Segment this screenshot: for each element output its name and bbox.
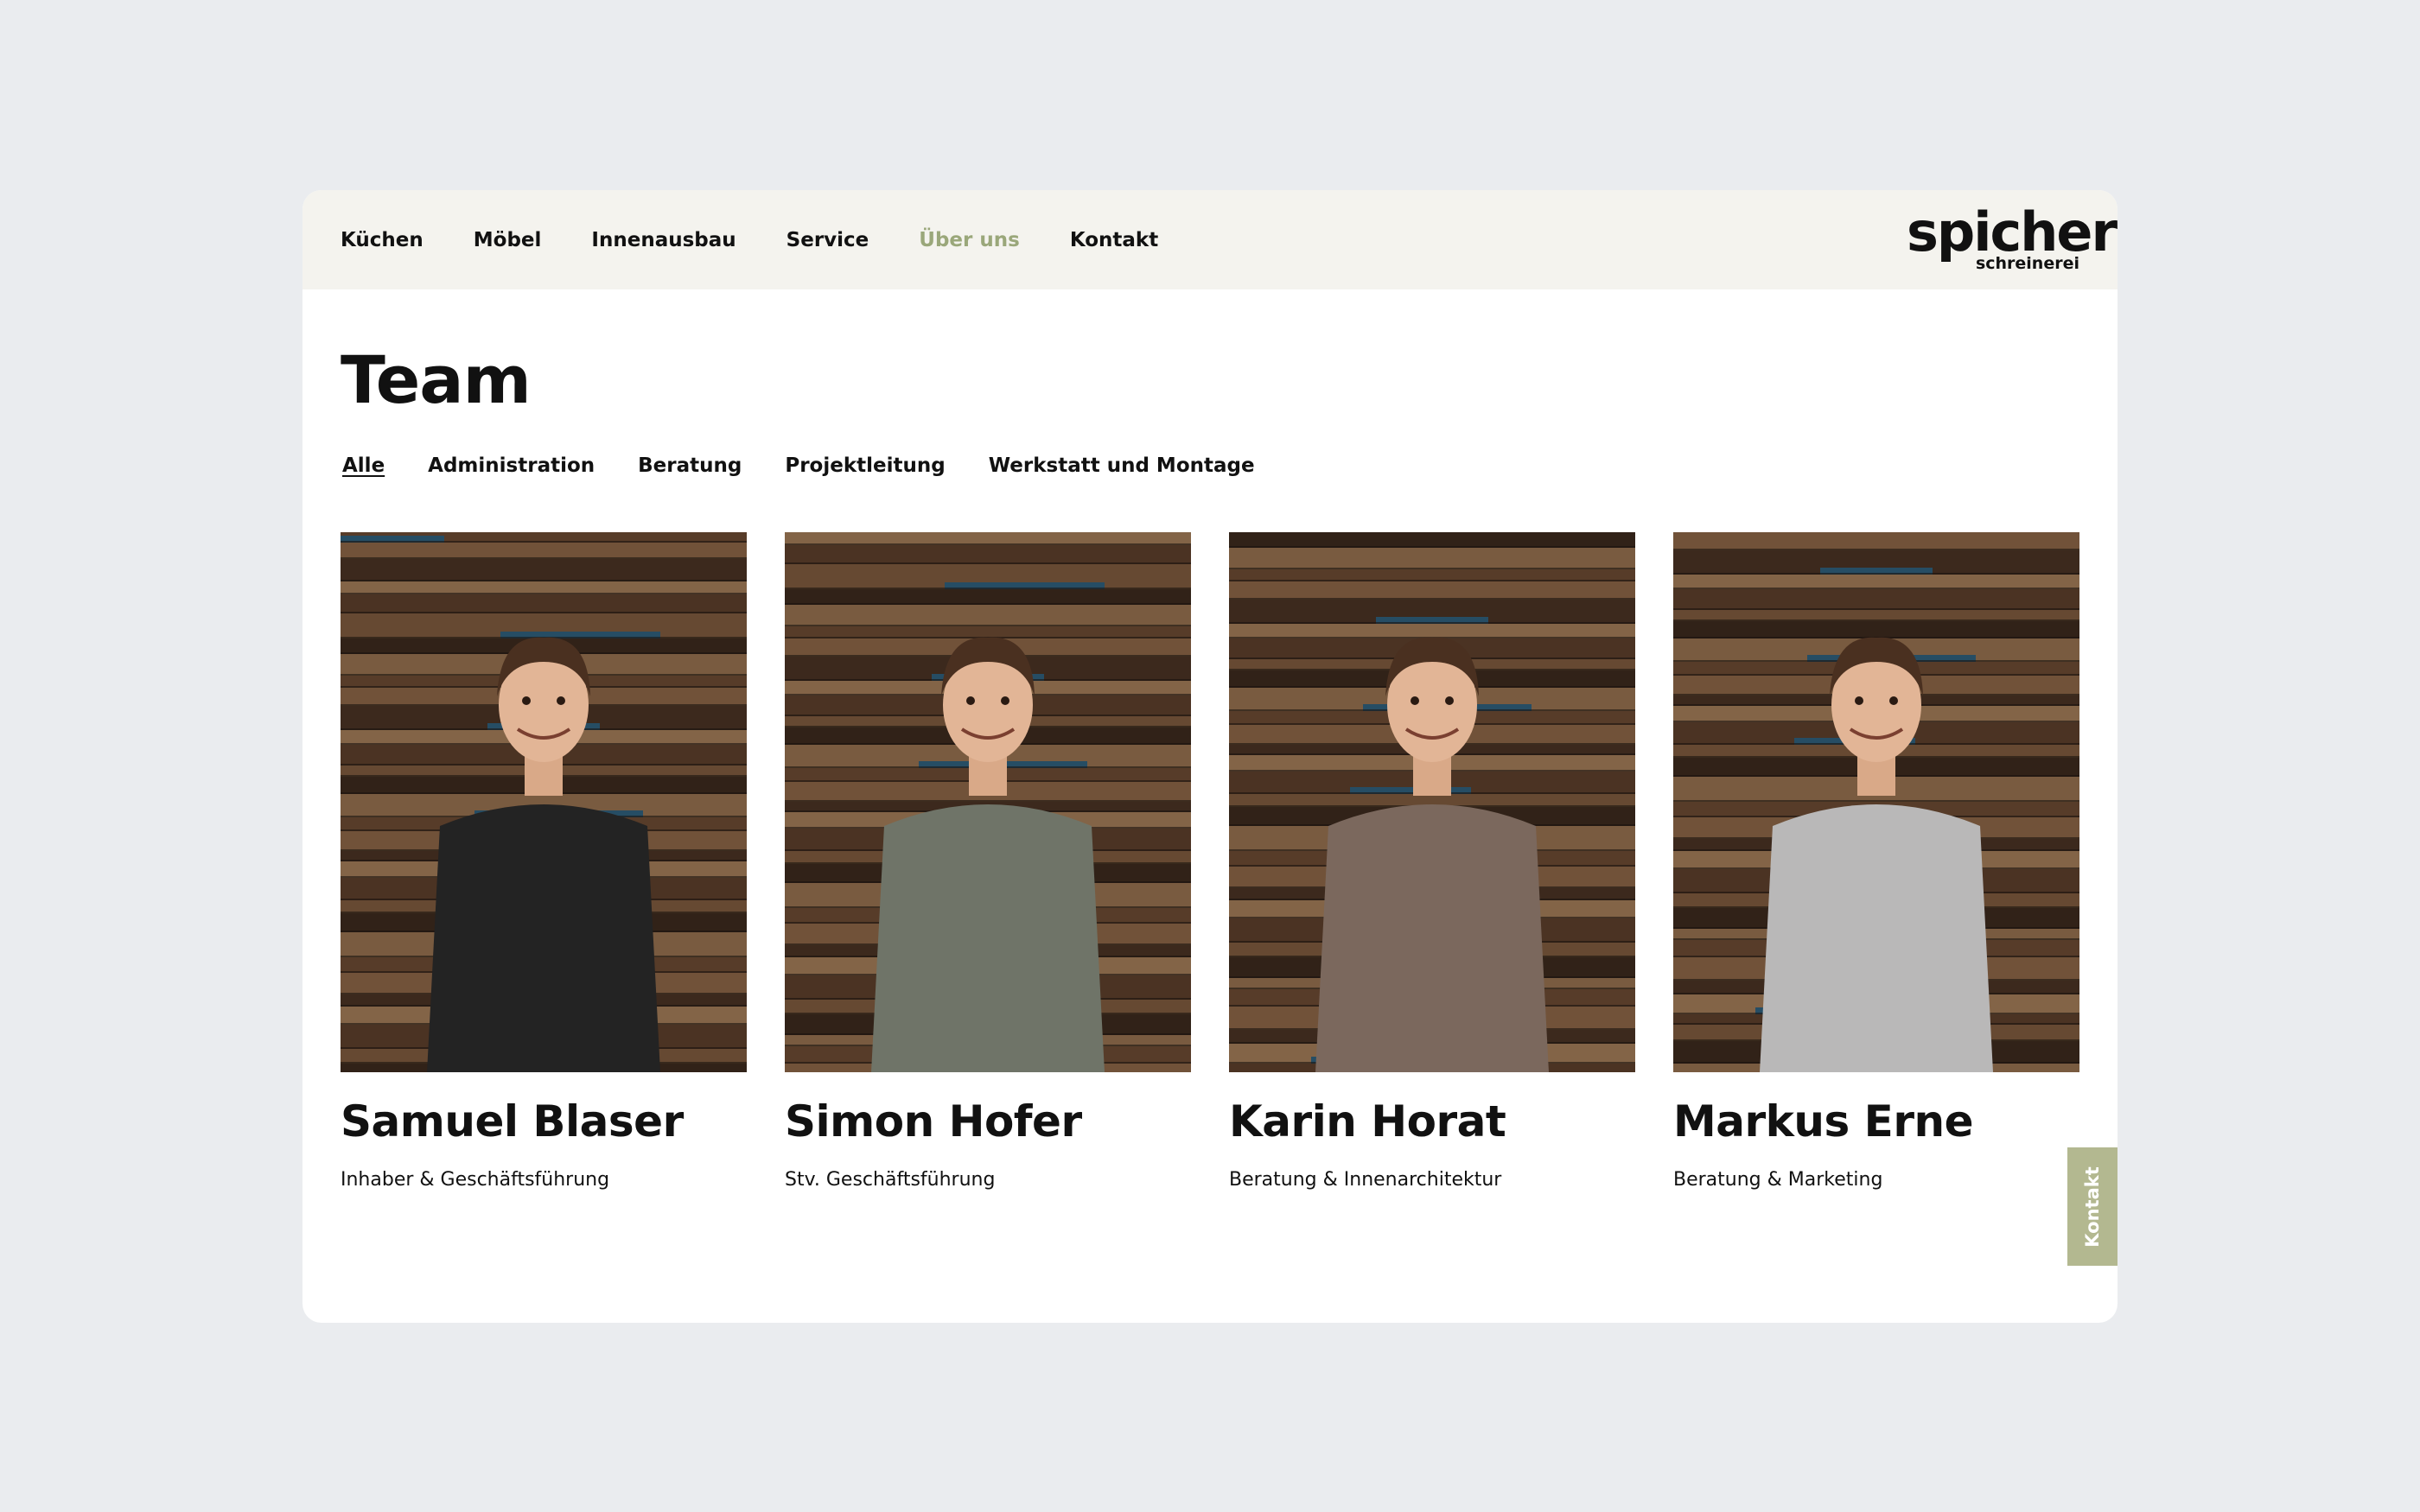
team-grid: Samuel Blaser Inhaber & Geschäftsführung… xyxy=(341,532,2079,1191)
team-photo xyxy=(1673,532,2079,1072)
brand-logo[interactable]: spicher schreinerei xyxy=(1907,200,2118,275)
team-card[interactable]: Karin Horat Beratung & Innenarchitektur xyxy=(1229,532,1635,1191)
team-member-name: Markus Erne xyxy=(1673,1096,1974,1147)
main-nav: Küchen Möbel Innenausbau Service Über un… xyxy=(341,190,1208,289)
nav-item-kontakt[interactable]: Kontakt xyxy=(1070,229,1158,251)
filter-projektleitung[interactable]: Projektleitung xyxy=(785,454,945,477)
page-title: Team xyxy=(341,341,532,418)
team-card[interactable]: Samuel Blaser Inhaber & Geschäftsführung xyxy=(341,532,747,1191)
nav-item-service[interactable]: Service xyxy=(786,229,869,251)
team-member-name: Samuel Blaser xyxy=(341,1096,684,1147)
filter-werkstatt-und-montage[interactable]: Werkstatt und Montage xyxy=(989,454,1255,477)
team-member-name: Simon Hofer xyxy=(785,1096,1082,1147)
browser-page: Küchen Möbel Innenausbau Service Über un… xyxy=(302,190,2118,1323)
kontakt-side-tab[interactable]: Kontakt xyxy=(2067,1147,2118,1266)
team-photo xyxy=(341,532,747,1072)
team-card[interactable]: Markus Erne Beratung & Marketing xyxy=(1673,532,2079,1191)
team-member-role: Stv. Geschäftsführung xyxy=(785,1169,996,1191)
nav-item-moebel[interactable]: Möbel xyxy=(474,229,542,251)
team-member-name: Karin Horat xyxy=(1229,1096,1506,1147)
team-member-role: Beratung & Marketing xyxy=(1673,1169,1883,1191)
nav-item-innenausbau[interactable]: Innenausbau xyxy=(591,229,736,251)
filter-beratung[interactable]: Beratung xyxy=(638,454,742,477)
nav-item-kuechen[interactable]: Küchen xyxy=(341,229,424,251)
team-filter-bar: Alle Administration Beratung Projektleit… xyxy=(342,454,1298,477)
team-member-role: Inhaber & Geschäftsführung xyxy=(341,1169,610,1191)
team-card[interactable]: Simon Hofer Stv. Geschäftsführung xyxy=(785,532,1191,1191)
team-photo xyxy=(1229,532,1635,1072)
site-header: Küchen Möbel Innenausbau Service Über un… xyxy=(302,190,2118,289)
team-photo xyxy=(785,532,1191,1072)
logo-wordmark: spicher xyxy=(1907,200,2118,264)
team-member-role: Beratung & Innenarchitektur xyxy=(1229,1169,1502,1191)
nav-item-ueber-uns[interactable]: Über uns xyxy=(919,229,1020,251)
kontakt-side-tab-label: Kontakt xyxy=(2082,1166,2103,1248)
filter-administration[interactable]: Administration xyxy=(428,454,595,477)
filter-alle[interactable]: Alle xyxy=(342,454,385,477)
